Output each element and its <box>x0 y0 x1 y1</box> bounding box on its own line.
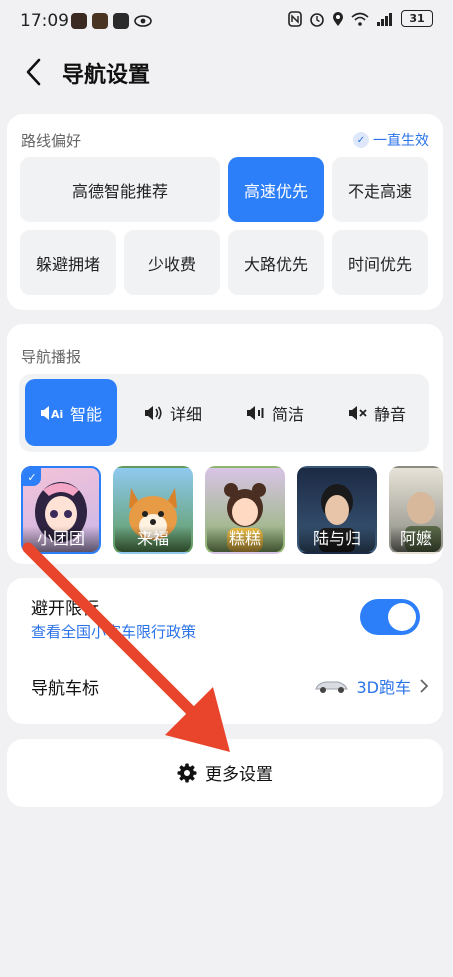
voice-avatar-luyugui[interactable]: 陆与归 <box>297 466 377 554</box>
status-icons: 31 <box>288 10 433 27</box>
mode-label: 智能 <box>69 404 102 424</box>
restrictions-card: 避开限行 查看全国小客车限行政策 导航车标 3D跑车 <box>7 578 443 724</box>
selected-check-icon: ✓ <box>23 468 41 486</box>
mode-mute[interactable]: 静音 <box>331 379 423 446</box>
check-icon: ✓ <box>353 132 369 148</box>
chevron-right-icon <box>420 679 429 693</box>
speaker-low-icon <box>246 405 264 420</box>
toggle-knob <box>388 603 416 631</box>
app-notification-icon <box>113 13 129 29</box>
page-header: 导航设置 <box>0 44 453 100</box>
always-effective-toggle[interactable]: ✓ 一直生效 <box>353 130 429 150</box>
voice-avatar-xiaotuantuan[interactable]: ✓ 小团团 <box>21 466 101 554</box>
location-icon <box>333 11 343 26</box>
avoid-restriction-toggle[interactable] <box>360 599 420 635</box>
route-preference-card: 路线偏好 ✓ 一直生效 高德智能推荐 高速优先 不走高速 躲避拥堵 少收费 大路… <box>7 114 443 310</box>
more-settings-label: 更多设置 <box>205 765 273 785</box>
mode-detailed[interactable]: 详细 <box>127 379 219 446</box>
restriction-policy-link[interactable]: 查看全国小客车限行政策 <box>31 621 196 642</box>
mode-concise[interactable]: 简洁 <box>229 379 321 446</box>
route-option[interactable]: 不走高速 <box>332 157 428 222</box>
broadcast-title: 导航播报 <box>21 348 82 366</box>
back-arrow-icon[interactable] <box>20 54 50 90</box>
eye-icon <box>134 15 152 27</box>
svg-text:Ai: Ai <box>51 408 63 421</box>
page-title: 导航设置 <box>62 63 151 88</box>
voice-avatar-gaogao[interactable]: 糕糕 <box>205 466 285 554</box>
speaker-loud-icon <box>144 405 162 420</box>
route-option[interactable]: 少收费 <box>124 230 220 295</box>
nfc-icon <box>288 10 302 27</box>
navigation-broadcast-card: 导航播报 Ai 智能 详细 简洁 静音 ✓ 小团团 来福 糕糕 陆与归 阿嬷 <box>7 324 443 564</box>
always-effective-label: 一直生效 <box>373 133 429 149</box>
voice-name: 糕糕 <box>207 526 283 552</box>
mode-smart[interactable]: Ai 智能 <box>25 379 117 446</box>
mode-label: 静音 <box>373 404 406 424</box>
voice-name: 陆与归 <box>299 526 375 552</box>
car-icon-selector[interactable]: 3D跑车 <box>314 674 429 698</box>
voice-name: 来福 <box>115 526 191 552</box>
route-option[interactable]: 时间优先 <box>332 230 428 295</box>
car-icon-value: 3D跑车 <box>356 678 411 697</box>
route-option[interactable]: 高德智能推荐 <box>20 157 220 222</box>
more-settings-content: 更多设置 <box>7 760 443 785</box>
mode-label: 简洁 <box>271 404 304 424</box>
route-option-selected[interactable]: 高速优先 <box>228 157 324 222</box>
route-pref-title: 路线偏好 <box>21 132 82 150</box>
sports-car-icon <box>315 681 349 693</box>
route-option[interactable]: 躲避拥堵 <box>20 230 116 295</box>
app-notification-icon <box>71 13 87 29</box>
gear-icon <box>177 763 197 782</box>
voice-avatar-laifu[interactable]: 来福 <box>113 466 193 554</box>
ai-speaker-icon: Ai <box>40 405 63 421</box>
alarm-icon <box>310 12 324 27</box>
route-option[interactable]: 大路优先 <box>228 230 324 295</box>
car-icon-label: 导航车标 <box>31 679 99 699</box>
status-time: 17:09 <box>20 11 69 31</box>
broadcast-mode-selector: Ai 智能 详细 简洁 静音 <box>19 374 429 452</box>
voice-name: 小团团 <box>23 526 99 552</box>
mode-label: 详细 <box>169 404 202 424</box>
battery-indicator: 31 <box>401 10 433 27</box>
status-bar: 17:09 31 <box>0 0 453 44</box>
speaker-mute-icon <box>348 405 367 420</box>
voice-avatar-ama[interactable]: 阿嬷 <box>389 466 443 554</box>
app-notification-icon <box>92 13 108 29</box>
voice-name: 阿嬷 <box>391 526 441 552</box>
signal-icon <box>377 12 392 26</box>
more-settings-button[interactable]: 更多设置 <box>7 739 443 807</box>
wifi-icon <box>351 12 369 26</box>
avoid-restriction-label: 避开限行 <box>31 599 99 619</box>
